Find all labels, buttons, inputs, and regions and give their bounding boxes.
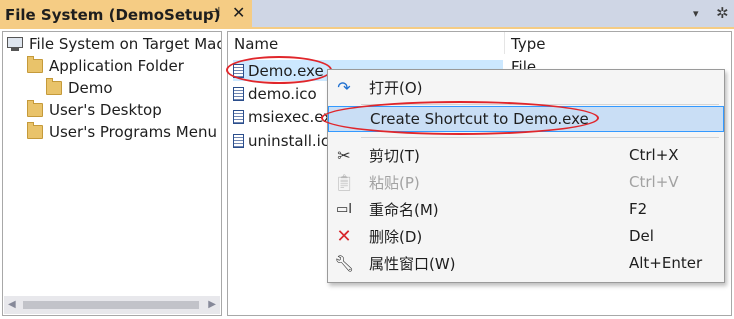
delete-x-icon: ✕ bbox=[336, 225, 352, 247]
menu-item-paste[interactable]: 📋︎ 粘贴(P) Ctrl+V bbox=[328, 169, 724, 195]
menu-item-shortcut: Ctrl+V bbox=[629, 173, 679, 191]
file-row-msiexec[interactable]: msiexec.exe bbox=[233, 106, 341, 127]
menu-item-properties[interactable]: 🔧︎ 属性窗口(W) Alt+Enter bbox=[328, 250, 724, 276]
menu-item-shortcut: F2 bbox=[629, 200, 648, 218]
file-icon bbox=[233, 109, 244, 124]
tree-item-target-machine[interactable]: File System on Target Mac bbox=[7, 33, 222, 54]
scroll-right-icon[interactable]: ▶ bbox=[208, 299, 216, 310]
close-icon[interactable]: ✕ bbox=[232, 3, 245, 22]
folder-icon bbox=[27, 121, 43, 139]
menu-item-shortcut: Alt+Enter bbox=[629, 254, 703, 272]
folder-icon bbox=[46, 77, 62, 95]
wrench-icon: 🔧︎ bbox=[334, 253, 355, 273]
tab-title: File System (DemoSetup) bbox=[5, 5, 221, 24]
menu-item-label: 打开(O) bbox=[369, 78, 423, 97]
file-icon bbox=[233, 86, 244, 101]
file-row-demo-ico[interactable]: demo.ico bbox=[233, 83, 317, 104]
column-divider[interactable] bbox=[504, 32, 505, 54]
menu-item-label: 粘贴(P) bbox=[369, 173, 420, 192]
scissors-icon: ✂ bbox=[337, 145, 351, 165]
chevron-down-icon[interactable]: ▾ bbox=[693, 7, 699, 20]
menu-item-shortcut: Del bbox=[629, 227, 654, 245]
tree-item-users-programs-menu[interactable]: User's Programs Menu bbox=[27, 121, 217, 142]
column-header-type[interactable]: Type bbox=[511, 35, 545, 53]
scroll-left-icon[interactable]: ◀ bbox=[8, 299, 16, 310]
menu-item-label: Create Shortcut to Demo.exe bbox=[370, 110, 589, 128]
file-icon bbox=[233, 133, 244, 148]
file-icon bbox=[233, 63, 244, 78]
menu-item-rename[interactable]: ▭I 重命名(M) F2 bbox=[328, 196, 724, 222]
menu-item-cut[interactable]: ✂ 剪切(T) Ctrl+X bbox=[328, 142, 724, 168]
menu-item-label: 属性窗口(W) bbox=[369, 254, 456, 273]
tree-item-users-desktop[interactable]: User's Desktop bbox=[27, 99, 162, 120]
computer-icon bbox=[7, 37, 23, 51]
tree-item-label: User's Programs Menu bbox=[49, 122, 217, 141]
menu-item-label: 重命名(M) bbox=[369, 200, 439, 219]
context-menu: ↷ 打开(O) Create Shortcut to Demo.exe ✂ 剪切… bbox=[327, 69, 725, 283]
menu-item-create-shortcut[interactable]: Create Shortcut to Demo.exe bbox=[328, 106, 724, 132]
horizontal-scrollbar[interactable]: ◀ ▶ bbox=[4, 296, 220, 314]
file-name: Demo.exe bbox=[248, 61, 324, 80]
open-arrow-icon: ↷ bbox=[337, 77, 351, 97]
paste-icon: 📋︎ bbox=[334, 172, 355, 192]
rename-icon: ▭I bbox=[335, 201, 353, 217]
tool-window-tabbar: File System (DemoSetup) ⊣ ✕ ▾ ✲ bbox=[0, 0, 734, 29]
tree-item-demo[interactable]: Demo bbox=[46, 77, 113, 98]
menu-item-delete[interactable]: ✕ 删除(D) Del bbox=[328, 223, 724, 249]
tree-item-label: Demo bbox=[68, 78, 113, 97]
file-name: uninstall.ico bbox=[248, 131, 339, 150]
column-header-name[interactable]: Name bbox=[234, 35, 278, 53]
tree-item-label: Application Folder bbox=[49, 56, 184, 75]
gear-icon[interactable]: ✲ bbox=[716, 4, 729, 22]
menu-item-label: 删除(D) bbox=[369, 227, 423, 246]
file-row-uninstall-ico[interactable]: uninstall.ico bbox=[233, 130, 338, 151]
menu-separator bbox=[361, 137, 719, 138]
file-name: demo.ico bbox=[248, 84, 317, 103]
menu-item-label: 剪切(T) bbox=[369, 146, 420, 165]
tree-item-application-folder[interactable]: Application Folder bbox=[27, 55, 184, 76]
folder-icon bbox=[27, 99, 43, 117]
menu-item-shortcut: Ctrl+X bbox=[629, 146, 679, 164]
file-system-tree[interactable]: File System on Target Mac Application Fo… bbox=[2, 31, 222, 316]
pin-icon[interactable]: ⊣ bbox=[209, 5, 220, 20]
scrollbar-thumb[interactable] bbox=[23, 301, 199, 309]
tree-item-label: User's Desktop bbox=[49, 100, 162, 119]
menu-separator bbox=[361, 104, 719, 105]
menu-item-open[interactable]: ↷ 打开(O) bbox=[328, 74, 724, 100]
tree-item-label: File System on Target Mac bbox=[29, 34, 222, 53]
folder-icon bbox=[27, 55, 43, 73]
